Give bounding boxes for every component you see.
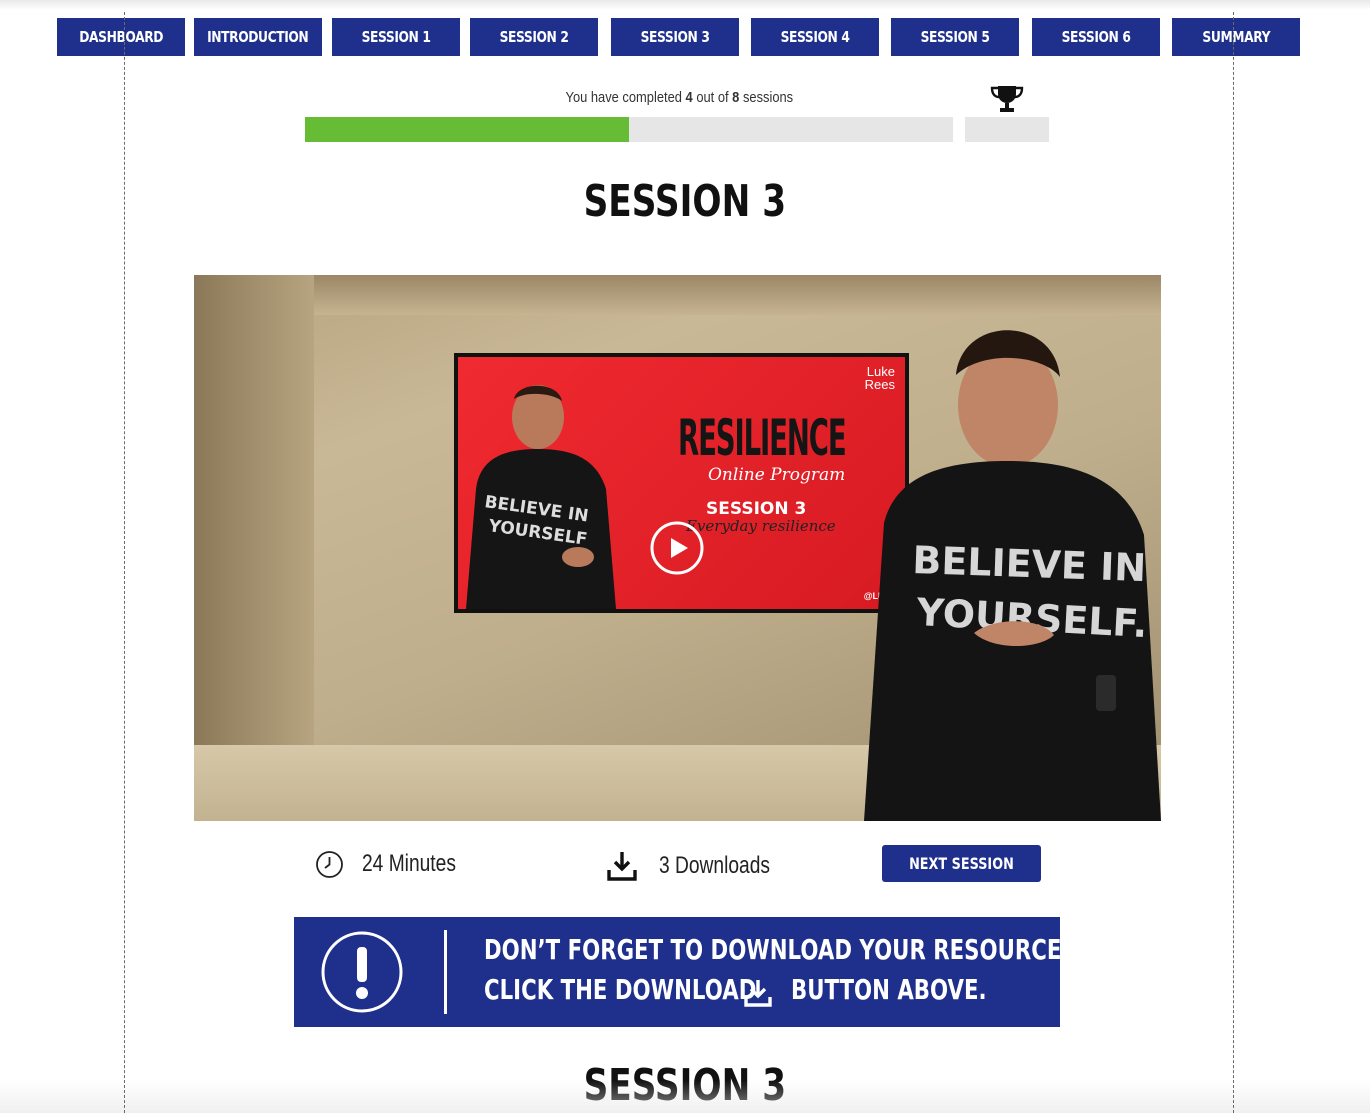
nav-dashboard[interactable]: DASHBOARD — [57, 18, 185, 56]
page-title: SESSION 3 — [583, 176, 787, 227]
slide-presenter-image: BELIEVE IN YOURSELF — [466, 385, 616, 609]
progress-total: 8 — [731, 89, 740, 106]
nav-session-2[interactable]: SESSION 2 — [470, 18, 598, 56]
duration-text: 24 Minutes — [362, 850, 456, 877]
video-wall — [194, 275, 314, 821]
video-player[interactable]: BELIEVE IN YOURSELF Luke Rees RESILIENCE… — [194, 275, 1161, 821]
progress-text: You have completed 4 out of 8 sessions — [305, 89, 1053, 106]
nav-introduction[interactable]: INTRODUCTION — [194, 18, 322, 56]
nav-summary[interactable]: SUMMARY — [1172, 18, 1300, 56]
download-reminder-banner: DON’T FORGET TO DOWNLOAD YOUR RESOURCES.… — [294, 917, 1085, 1027]
nav-session-1[interactable]: SESSION 1 — [332, 18, 460, 56]
slide-tagline: Everyday resilience — [686, 517, 836, 535]
banner-download-icon — [744, 980, 772, 1007]
nav-session-3[interactable]: SESSION 3 — [611, 18, 739, 56]
trophy-icon — [990, 86, 1024, 112]
slide-subheading: Online Program — [708, 465, 846, 485]
progress-fill — [305, 117, 629, 142]
nav-session-6[interactable]: SESSION 6 — [1032, 18, 1160, 56]
download-icon[interactable] — [606, 850, 638, 882]
banner-line-2-end: BUTTON ABOVE. — [791, 973, 987, 1006]
progress-bar — [305, 117, 953, 142]
progress-middle: out of — [695, 89, 729, 106]
slide-heading: RESILIENCE — [678, 409, 847, 467]
next-session-button[interactable]: NEXT SESSION — [882, 845, 1041, 882]
play-icon[interactable] — [649, 520, 705, 576]
exclamation-icon — [321, 931, 403, 1013]
nav-session-5[interactable]: SESSION 5 — [891, 18, 1019, 56]
nav-session-4[interactable]: SESSION 4 — [751, 18, 879, 56]
clock-icon — [316, 851, 343, 878]
slide-session: SESSION 3 — [706, 499, 807, 519]
progress-completed: 4 — [685, 89, 693, 106]
downloads-text[interactable]: 3 Downloads — [659, 852, 770, 880]
banner-line-1: DON’T FORGET TO DOWNLOAD YOUR RESOURCES. — [484, 933, 1085, 966]
section-title: SESSION 3 — [583, 1060, 787, 1111]
banner-line-2-start: CLICK THE DOWNLOAD — [484, 973, 757, 1006]
top-shadow — [0, 0, 1370, 10]
progress-prefix: You have completed — [565, 89, 682, 106]
presenter-shirt-line1: BELIEVE IN — [912, 538, 1147, 590]
banner-divider — [444, 930, 447, 1014]
progress-suffix: sessions — [742, 89, 793, 106]
presenter-image: BELIEVE IN YOURSELF. — [864, 330, 1161, 821]
trophy-progress-box — [965, 117, 1049, 142]
